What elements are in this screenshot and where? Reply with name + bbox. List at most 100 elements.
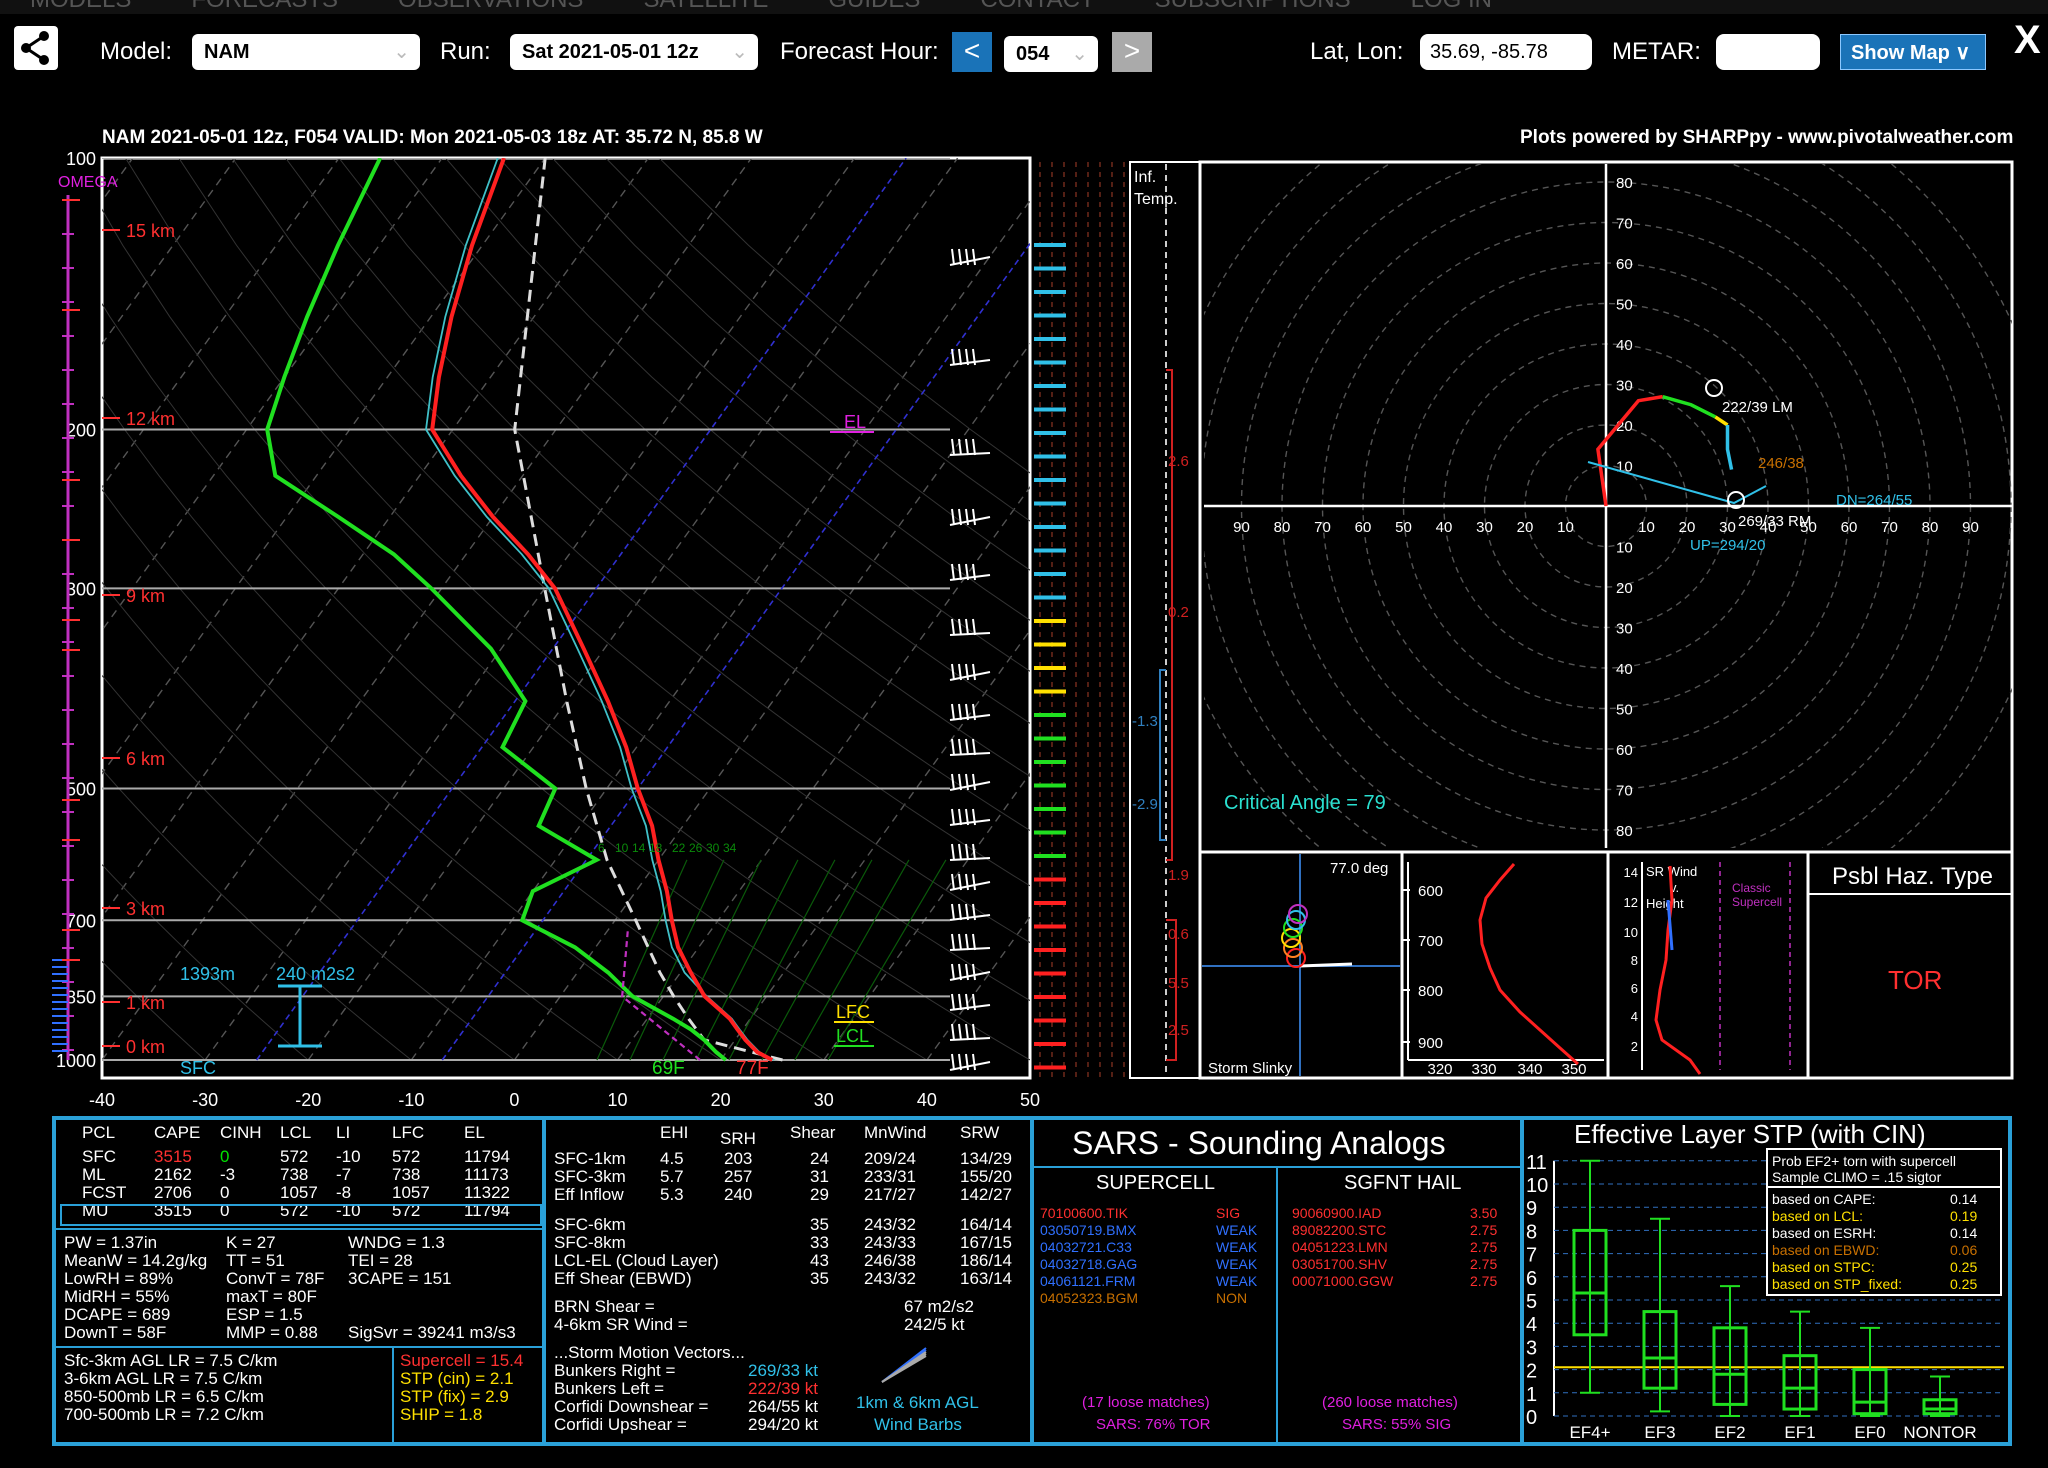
parcel-cell: -3 [220,1165,236,1184]
inferred-temp-value: 0.6 [1168,926,1189,943]
hazard-title: Psbl Haz. Type [1832,863,1993,890]
wind-barb-flag [958,843,962,861]
hodo-ring-label: 60 [1616,256,1633,273]
hodo-x-label: 80 [1274,519,1291,536]
kin-cell: Eff Shear (EBWD) [554,1269,692,1288]
kin-cell: 233/31 [864,1167,916,1186]
hodo-up-label: UP=294/20 [1690,537,1765,554]
sars-sup-class: NON [1216,1290,1248,1306]
wind-barb [949,819,991,826]
lapse-rate: Sfc-3km AGL LR = 7.5 C/km [64,1351,278,1370]
stp-prob-label: based on STP_fixed: [1772,1276,1902,1292]
kin-bl-label: Bunkers Left = [554,1379,665,1398]
inferred-temp-positive [1166,369,1177,1061]
isotherm-line [0,158,30,1060]
kin-cell: 33 [810,1233,829,1252]
parcel-cell: 2162 [154,1165,192,1184]
mu-row-box [60,1204,542,1226]
slinky-deg: 77.0 deg [1330,860,1389,877]
hodo-lm-label: 222/39 LM [1722,399,1793,416]
kin-cell: 243/32 [864,1269,916,1288]
wind-barb-flag [972,1053,976,1071]
stp-y-label: 11 [1526,1152,1547,1174]
stp-y-label: 7 [1526,1245,1537,1267]
lapse-rate: 850-500mb LR = 6.5 C/km [64,1387,264,1406]
hodo-ring-label: 30 [1616,378,1633,395]
theta-y-label: 800 [1418,983,1443,1000]
wind-barb-flag [951,1023,955,1041]
kin-cd: 264/55 kt [748,1397,818,1416]
isotherm-minus25 [256,158,907,1061]
inferred-temp-value: 2.5 [1168,1022,1189,1039]
hodo-dn-label: DN=264/55 [1836,492,1912,509]
wind-barb-flag [951,508,955,526]
sars-hail-match: 90060900.IAD [1292,1205,1382,1221]
height-label: 12 km [126,409,175,429]
mixing-ratio-line [596,859,688,1061]
parcel-header: LFC [392,1123,425,1142]
index-value: ConvT = 78F [226,1269,325,1288]
mixing-ratio-label: 30 [706,841,720,855]
inferred-temp-value: -2.9 [1132,796,1158,813]
wind-barb-flag [972,1023,976,1041]
sars-sup-class: WEAK [1216,1273,1258,1289]
left-mover-marker [1705,379,1723,397]
pressure-tick: 500 [66,779,96,799]
pressure-tick: 300 [66,579,96,599]
index-value: WNDG = 1.3 [348,1233,445,1252]
wind-barb [949,1061,991,1071]
wind-barb-flag [965,1023,969,1041]
srw-classic-line: Supercell [1732,895,1782,909]
parcel-cell: -7 [336,1165,352,1184]
parcel-header: PCL [82,1123,116,1142]
kin-cell: 209/24 [864,1149,916,1168]
inferred-temp-value: 5.5 [1168,975,1189,992]
parcel-cell: 11322 [464,1183,511,1202]
height-label: 15 km [126,221,175,241]
kin-cell: SFC-8km [554,1233,626,1252]
hodo-x-label: 90 [1962,519,1979,536]
stp-prob-label: based on ESRH: [1772,1225,1877,1241]
sars-sup-class: WEAK [1216,1239,1258,1255]
wind-barb-flag [951,248,955,266]
wind-barb-flag [951,703,955,721]
stp-prob-value: 0.25 [1950,1276,1978,1292]
eff-layer-srh: 240 m2s2 [276,964,355,984]
wind-barb [949,947,991,951]
height-label: 9 km [126,586,165,606]
index-value: DCAPE = 689 [64,1305,171,1324]
stp-y-label: 0 [1526,1407,1537,1429]
kin-br-label: Bunkers Right = [554,1361,676,1380]
mixing-ratio-label: 6 [598,841,605,855]
wind-barb-flag [951,843,955,861]
sars-hail-size: 2.75 [1470,1239,1498,1255]
hodo-x-label: 20 [1679,519,1696,536]
kin-cell: 29 [810,1185,829,1204]
stp-category: EF1 [1784,1423,1815,1442]
hodo-ring-label: 60 [1616,742,1633,759]
lcl-label: LCL [836,1026,869,1046]
sars-hail-size: 2.75 [1470,1256,1498,1272]
stp-prob-value: 0.25 [1950,1259,1978,1275]
inferred-temp-value: 0.2 [1168,604,1189,621]
wind-barb-flag [951,1053,955,1071]
sars-supercell-title: SUPERCELL [1096,1172,1215,1194]
stp-y-label: 4 [1526,1314,1537,1336]
sars-hail-size: 2.75 [1470,1273,1498,1289]
hodo-ring-label: 10 [1616,540,1633,557]
wind-barb-flag [958,703,962,721]
temperature-tick: 40 [917,1090,937,1110]
wind-barb [949,914,991,921]
hodo-x-label: 90 [1233,519,1250,536]
stp-prob-label: based on EBWD: [1772,1242,1880,1258]
kin-header: SRH [720,1129,756,1148]
isotherm-line [1133,158,1782,1060]
theta-y-label: 900 [1418,1035,1443,1052]
wind-barb-flag [958,348,962,366]
sars-hail-title: SGFNT HAIL [1344,1172,1462,1194]
hodo-x-label: 70 [1314,519,1331,536]
kin-sr46-label: 4-6km SR Wind = [554,1315,688,1334]
inferred-temp-value: 1.9 [1168,867,1189,884]
isotherm-line [102,158,340,489]
kin-cell: 243/32 [864,1215,916,1234]
